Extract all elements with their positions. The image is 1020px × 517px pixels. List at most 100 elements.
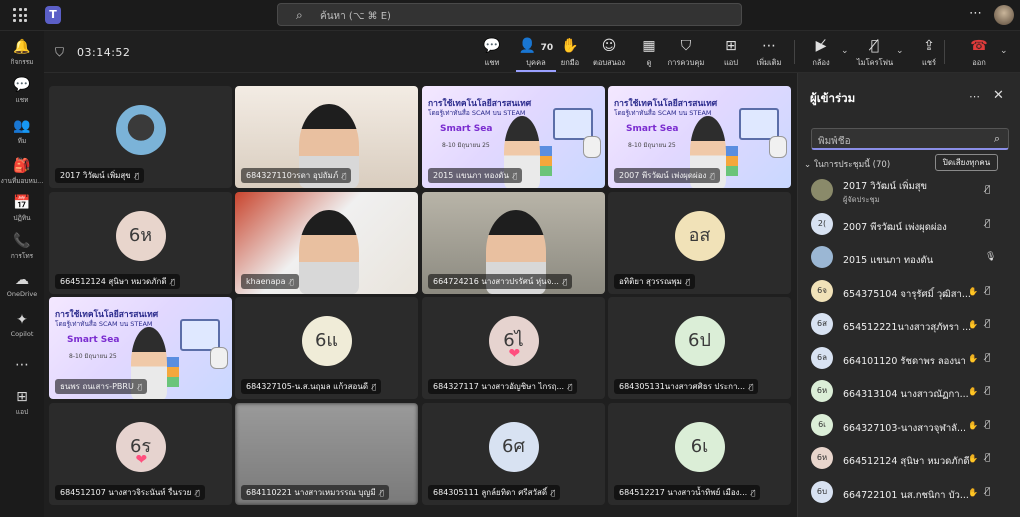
- more-button[interactable]: ⋯ เพิ่มเติม: [749, 37, 789, 69]
- video-tile[interactable]: การใช้เทคโนโลยีสารสนเทศ โดยรู้เท่าทันสื่อ…: [49, 297, 232, 399]
- app-launcher-icon[interactable]: [13, 8, 27, 22]
- rail-item-teams[interactable]: 👥 ทีม: [0, 118, 44, 146]
- rail-item-bell[interactable]: 🔔 กิจกรรม: [0, 39, 44, 67]
- participant-row[interactable]: 6จ 654375104 จารุรัศมิ์ วุฒิสา... ✋ 🎙̸: [798, 277, 1020, 307]
- mic-off-icon[interactable]: 🎙̸: [985, 319, 990, 329]
- share-button[interactable]: ⇪ แชร์: [909, 37, 949, 69]
- rail-item-calendar[interactable]: 📅 ปฏิทิน: [0, 195, 44, 223]
- rail-item-onedrive[interactable]: ☁ OneDrive: [0, 272, 44, 298]
- participant-row[interactable]: 6บ 664722101 นส.กชนิกา บัว... ✋ 🎙̸: [798, 478, 1020, 508]
- view-label: ดู: [646, 58, 652, 67]
- video-tile[interactable]: 6ป 684305131นางสาวศศิธร ประกา... 🎙̸: [608, 297, 791, 399]
- mic-off-icon[interactable]: 🎙̸: [985, 286, 990, 296]
- rail-item-copilot[interactable]: ✦ Copilot: [0, 312, 44, 338]
- participant-name-label: ธนพร ถนเสาร-PBRU 🎙̸: [55, 379, 147, 394]
- participant-name: 684512107 นางสาวจิระนันท์ รื่นรวย: [60, 488, 192, 497]
- video-tile[interactable]: 684327110วรดา อุปถัมภ์ 🎙̸: [235, 86, 418, 188]
- react-button[interactable]: ☺ ตอบสนอง: [589, 37, 629, 69]
- participant-row[interactable]: 6ห 664512124 สุนิษา หมวดภักดี ✋ 🎙̸: [798, 444, 1020, 474]
- mic-off-icon[interactable]: 🎙̸: [985, 185, 990, 195]
- plus-box-icon-glyph: ⊞: [725, 38, 737, 54]
- video-tile[interactable]: 684110221 นางสาวเหมวรรณ บุญมี 🎙̸: [235, 403, 418, 505]
- camera-options-chevron-icon[interactable]: ⌄: [841, 46, 849, 56]
- bell-icon: 🔔: [13, 39, 31, 55]
- global-search[interactable]: ⌕ ค้นหา (⌥ ⌘ E): [277, 3, 742, 26]
- controls-button[interactable]: ⛉ การควบคุม: [666, 37, 706, 69]
- participant-row[interactable]: 2015 แขนภา ทองดัน 🎙: [798, 243, 1020, 273]
- mic-label: ไมโครโฟน: [856, 58, 894, 67]
- participant-row[interactable]: 6ล 664101120 รัชดาพร ลองนา ✋ 🎙̸: [798, 344, 1020, 374]
- leave-options-chevron-icon[interactable]: ⌄: [1000, 46, 1008, 56]
- mic-off-icon[interactable]: 🎙̸: [985, 453, 990, 463]
- more-options-icon[interactable]: ⋯: [969, 6, 983, 21]
- participant-avatar: [115, 105, 166, 155]
- participant-video: [299, 210, 360, 294]
- video-tile[interactable]: การใช้เทคโนโลยีสารสนเทศ โดยรู้เท่าทันสื่อ…: [608, 86, 791, 188]
- hand-icon-glyph: ✋: [561, 38, 579, 54]
- participants-panel: ผู้เข้าร่วม ⋯ ✕ ⌕ ⌄ ในการประชุมนี้ (70) …: [797, 73, 1020, 517]
- rail-item-calls[interactable]: 📞 การโทร: [0, 233, 44, 261]
- slide-banner: Smart Sea: [67, 335, 120, 345]
- mic-off-icon[interactable]: 🎙̸: [985, 420, 990, 430]
- panel-more-icon[interactable]: ⋯: [969, 90, 980, 103]
- apps-button[interactable]: ⊞ แอป: [711, 37, 751, 69]
- view-button[interactable]: ▦ ดู: [629, 37, 669, 69]
- mic-off-icon[interactable]: 🎙̸: [985, 386, 990, 396]
- mic-off-icon[interactable]: 🎙̸: [985, 353, 990, 363]
- participant-search-field[interactable]: [818, 136, 978, 147]
- participant-row[interactable]: 2(2007 พีรวัฒน์ เพ่งผุดผ่อง 🎙̸: [798, 210, 1020, 240]
- participant-name-label: 684327110วรดา อุปถัมภ์ 🎙̸: [241, 168, 352, 183]
- video-tile[interactable]: 664724216 นางสาวปรรัศน์ หุ่นจ... 🎙̸: [422, 192, 605, 294]
- participant-name-label: 684327117 นางสาวอัญชิษา ไกรฤ... 🎙̸: [428, 379, 578, 394]
- chat-button[interactable]: 💬 แชท: [472, 37, 512, 69]
- shield-icon-glyph: ⛉: [680, 38, 692, 54]
- rail-item-assignments[interactable]: 🎒 งานที่มอบหม...: [0, 158, 44, 186]
- mic-icon[interactable]: 🎙: [985, 252, 996, 262]
- video-tile[interactable]: khaenapa 🎙̸: [235, 192, 418, 294]
- participant-row[interactable]: 2017 วิวัฒน์ เพิ่มสุข ผู้จัดประชุม 🎙̸: [798, 176, 1020, 206]
- copilot-icon: ✦: [16, 312, 28, 328]
- video-tile[interactable]: 6ศ 684305111 ลูกล์ยทิดา ศรีสวัสดิ์ 🎙̸: [422, 403, 605, 505]
- camera-button[interactable]: ▶̸ กล้อง: [801, 37, 841, 69]
- video-tile[interactable]: อส อทิติยา สุวรรณพุม 🎙̸: [608, 192, 791, 294]
- camera-off-icon: ▶̸: [801, 37, 841, 55]
- video-tile[interactable]: 6ห 664512124 สุนิษา หมวดภักดี 🎙̸: [49, 192, 232, 294]
- mic-off-icon[interactable]: 🎙̸: [985, 487, 990, 497]
- raise-hand-button[interactable]: ✋ ยกมือ: [550, 37, 590, 69]
- video-tile[interactable]: 6แ 684327105-น.ส.นฤมล แก้วสอนดี 🎙̸: [235, 297, 418, 399]
- rail-item-chat[interactable]: 💬 แชท: [0, 77, 44, 105]
- mute-all-button[interactable]: ปิดเสียงทุกคน: [935, 154, 998, 171]
- video-tile[interactable]: 6เ 684512217 นางสาวน้ำทิพย์ เมือง... 🎙̸: [608, 403, 791, 505]
- participant-row[interactable]: 6ส 654512221นางสาวสุภัทรา ... ✋ 🎙̸: [798, 310, 1020, 340]
- video-tile[interactable]: 6ร ❤ 684512107 นางสาวจิระนันท์ รื่นรวย 🎙̸: [49, 403, 232, 505]
- rail-item-add-apps[interactable]: ⊞ แอป: [0, 389, 44, 417]
- participant-row[interactable]: 6ห 664313104 นางสาวณัฏกา... ✋ 🎙̸: [798, 377, 1020, 407]
- profile-avatar[interactable]: [994, 5, 1014, 25]
- mic-off-icon: 🎙̸: [710, 171, 715, 180]
- video-tile[interactable]: 6ไ ❤ 684327117 นางสาวอัญชิษา ไกรฤ... 🎙̸: [422, 297, 605, 399]
- leave-button[interactable]: ☎ ออก: [959, 37, 999, 69]
- video-tile[interactable]: 2017 วิวัฒน์ เพิ่มสุข 🎙̸: [49, 86, 232, 188]
- mic-button[interactable]: 🎙̸ ไมโครโฟน: [855, 37, 895, 69]
- participant-name-label: 684512107 นางสาวจิระนันท์ รื่นรวย 🎙̸: [55, 485, 205, 500]
- participant-name-label: 684305111 ลูกล์ยทิดา ศรีสวัสดิ์ 🎙̸: [428, 485, 561, 500]
- rail-label: Copilot: [10, 330, 34, 338]
- video-tile[interactable]: การใช้เทคโนโลยีสารสนเทศ โดยรู้เท่าทันสื่อ…: [422, 86, 605, 188]
- chat-icon: 💬: [472, 37, 512, 55]
- close-icon[interactable]: ✕: [993, 88, 1004, 103]
- mic-options-chevron-icon[interactable]: ⌄: [896, 46, 904, 56]
- mic-off-icon: 🎙̸: [195, 488, 200, 497]
- mic-off-icon: 🎙̸: [342, 171, 347, 180]
- participant-name: 684110221 นางสาวเหมวรรณ บุญมี: [246, 488, 376, 497]
- react-label: ตอบสนอง: [592, 58, 625, 67]
- mic-off-icon: 🎙̸: [749, 382, 754, 391]
- mic-off-icon[interactable]: 🎙̸: [985, 219, 990, 229]
- participant-name-label: khaenapa 🎙̸: [241, 274, 299, 289]
- in-meeting-section-header[interactable]: ⌄ ในการประชุมนี้ (70): [804, 157, 890, 171]
- participant-avatar: 6บ: [811, 480, 833, 503]
- rail-item-more-apps[interactable]: ⋯: [0, 357, 44, 375]
- participant-name: 684327117 นางสาวอัญชิษา ไกรฤ...: [433, 382, 565, 391]
- participant-row[interactable]: 6เ 664327103-นางสาวจุฬาลั... ✋ 🎙̸: [798, 411, 1020, 441]
- participant-search-input[interactable]: ⌕: [811, 128, 1009, 150]
- shield-icon: ⛉: [55, 45, 65, 59]
